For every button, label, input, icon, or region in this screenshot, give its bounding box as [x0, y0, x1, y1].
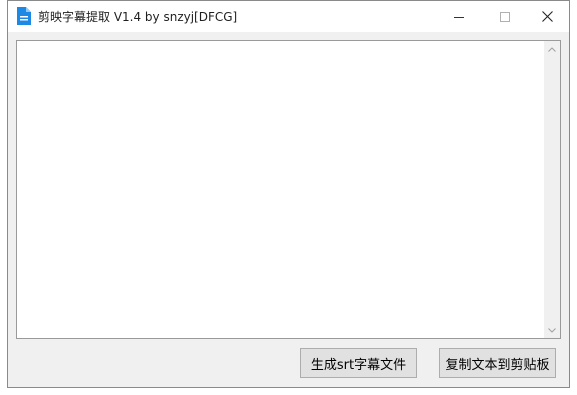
minimize-button[interactable] [436, 1, 482, 32]
maximize-icon [500, 11, 510, 22]
app-window: 剪映字幕提取 V1.4 by snzyj[DFCG] 生成srt字幕文件 复制文… [7, 0, 570, 388]
title-bar[interactable]: 剪映字幕提取 V1.4 by snzyj[DFCG] [8, 1, 569, 32]
close-icon [541, 11, 553, 22]
subtitle-text-area[interactable] [16, 40, 561, 339]
close-button[interactable] [524, 1, 570, 32]
maximize-button[interactable] [482, 1, 528, 32]
window-title: 剪映字幕提取 V1.4 by snzyj[DFCG] [38, 10, 238, 24]
copy-to-clipboard-button[interactable]: 复制文本到剪贴板 [439, 348, 556, 378]
generate-srt-button[interactable]: 生成srt字幕文件 [300, 348, 417, 378]
document-icon [17, 7, 31, 25]
minimize-icon [454, 16, 464, 18]
